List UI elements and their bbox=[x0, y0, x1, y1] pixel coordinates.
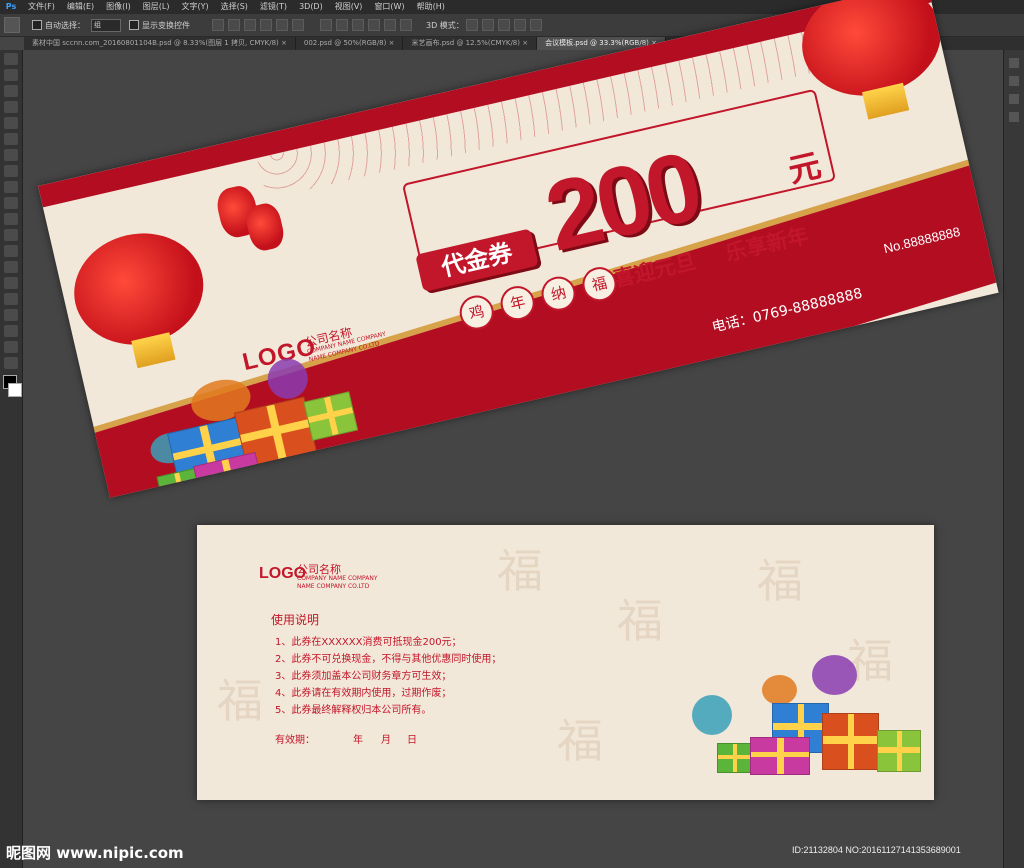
show-transform-checkbox[interactable] bbox=[129, 20, 139, 30]
3d-mode-label: 3D 模式： bbox=[426, 20, 464, 30]
photoshop-logo-icon[interactable]: Ps bbox=[0, 0, 22, 14]
tools-panel bbox=[0, 50, 23, 868]
month-label: 月 bbox=[381, 735, 391, 746]
3d-rotate-icon[interactable] bbox=[465, 19, 478, 31]
clone-stamp-icon[interactable] bbox=[4, 181, 18, 193]
lasso-icon[interactable] bbox=[4, 85, 18, 97]
rule-item: 1、此券在XXXXXX消费可抵现金200元； bbox=[275, 637, 462, 648]
healing-brush-icon[interactable] bbox=[4, 149, 18, 161]
align-bottom-icon[interactable] bbox=[244, 19, 256, 31]
menu-view[interactable]: 视图(V) bbox=[329, 0, 369, 14]
path-select-icon[interactable] bbox=[4, 309, 18, 321]
menu-type[interactable]: 文字(Y) bbox=[175, 0, 214, 14]
hand-icon[interactable] bbox=[4, 341, 18, 353]
pen-icon[interactable] bbox=[4, 277, 18, 289]
brush-icon[interactable] bbox=[4, 165, 18, 177]
distribute-center-icon[interactable] bbox=[384, 19, 396, 31]
menu-image[interactable]: 图像(I) bbox=[100, 0, 137, 14]
year-label: 年 bbox=[353, 735, 363, 746]
valid-period-label: 有效期： bbox=[275, 735, 315, 746]
crop-icon[interactable] bbox=[4, 117, 18, 129]
background-fu-pattern: 福 bbox=[557, 714, 603, 768]
blur-icon[interactable] bbox=[4, 245, 18, 257]
rule-item: 4、此券请在有效期内使用，过期作废； bbox=[275, 688, 452, 699]
zoom-icon[interactable] bbox=[4, 357, 18, 369]
right-panel-strip bbox=[1003, 50, 1024, 868]
align-right-icon[interactable] bbox=[292, 19, 304, 31]
menu-3d[interactable]: 3D(D) bbox=[293, 0, 329, 14]
auto-select-dropdown[interactable]: 组 bbox=[91, 18, 121, 32]
eraser-icon[interactable] bbox=[4, 213, 18, 225]
background-fu-pattern: 福 bbox=[497, 544, 543, 598]
distribute-middle-icon[interactable] bbox=[336, 19, 348, 31]
tab-doc-1[interactable]: 素材中国 sccnn.com_20160801104B.psd @ 8.33%(… bbox=[24, 37, 296, 50]
menu-file[interactable]: 文件(F) bbox=[22, 0, 61, 14]
align-middle-icon[interactable] bbox=[228, 19, 240, 31]
show-transform-label: 显示变换控件 bbox=[142, 20, 190, 30]
lantern-small-icon bbox=[243, 200, 287, 254]
day-label: 日 bbox=[407, 735, 417, 746]
tab-doc-2[interactable]: 002.psd @ 50%(RGB/8) × bbox=[296, 37, 404, 50]
menu-filter[interactable]: 滤镜(T) bbox=[254, 0, 293, 14]
type-icon[interactable] bbox=[4, 293, 18, 305]
image-id-watermark: ID:21132804 NO:20161127141353689001 bbox=[792, 845, 961, 855]
tab-doc-3[interactable]: 米艺画布.psd @ 12.5%(CMYK/8) × bbox=[403, 37, 538, 50]
background-fu-pattern: 福 bbox=[757, 554, 803, 608]
background-fu-pattern: 福 bbox=[617, 594, 663, 648]
menu-edit[interactable]: 编辑(E) bbox=[61, 0, 100, 14]
move-tool-icon[interactable] bbox=[4, 17, 20, 33]
3d-scale-icon[interactable] bbox=[529, 19, 542, 31]
rule-item: 5、此券最终解释权归本公司所有。 bbox=[275, 705, 432, 716]
lantern-left-icon bbox=[63, 220, 215, 369]
3d-roll-icon[interactable] bbox=[481, 19, 494, 31]
gift-boxes-icon bbox=[692, 655, 932, 795]
align-top-icon[interactable] bbox=[212, 19, 224, 31]
rule-item: 3、此券须加盖本公司财务章方可生效； bbox=[275, 671, 452, 682]
menu-window[interactable]: 窗口(W) bbox=[368, 0, 410, 14]
company-en-line-1: COMPANY NAME COMPANY bbox=[297, 575, 378, 582]
menu-select[interactable]: 选择(S) bbox=[215, 0, 254, 14]
history-panel-icon[interactable] bbox=[1009, 58, 1019, 68]
history-brush-icon[interactable] bbox=[4, 197, 18, 209]
company-en-line-2: NAME COMPANY CO.LTD bbox=[297, 583, 370, 590]
distribute-right-icon[interactable] bbox=[400, 19, 412, 31]
gradient-icon[interactable] bbox=[4, 229, 18, 241]
menu-layer[interactable]: 图层(L) bbox=[137, 0, 176, 14]
3d-slide-icon[interactable] bbox=[513, 19, 526, 31]
move-icon[interactable] bbox=[4, 53, 18, 65]
voucher-back[interactable]: 福 福 福 福 福 福 LOGO 公司名称 COMPANY NAME COMPA… bbox=[197, 525, 934, 800]
properties-panel-icon[interactable] bbox=[1009, 76, 1019, 86]
menu-help[interactable]: 帮助(H) bbox=[411, 0, 451, 14]
layers-panel-icon[interactable] bbox=[1009, 112, 1019, 122]
instructions-title: 使用说明 bbox=[271, 613, 320, 627]
rule-item: 2、此券不可兑换现金，不得与其他优惠同时使用； bbox=[275, 654, 502, 665]
auto-select-checkbox[interactable] bbox=[32, 20, 42, 30]
shape-icon[interactable] bbox=[4, 325, 18, 337]
background-fu-pattern: 福 bbox=[217, 674, 263, 728]
3d-pan-icon[interactable] bbox=[497, 19, 510, 31]
nipic-watermark: 昵图网 www.nipic.com bbox=[6, 844, 184, 862]
background-color-swatch[interactable] bbox=[8, 383, 22, 397]
voucher-front[interactable]: LOGO 公司名称 COMPANY NAME COMPANY NAME COMP… bbox=[38, 0, 999, 498]
distribute-top-icon[interactable] bbox=[320, 19, 332, 31]
align-center-icon[interactable] bbox=[276, 19, 288, 31]
quick-select-icon[interactable] bbox=[4, 101, 18, 113]
distribute-left-icon[interactable] bbox=[368, 19, 380, 31]
dodge-icon[interactable] bbox=[4, 261, 18, 273]
swatches-panel-icon[interactable] bbox=[1009, 94, 1019, 104]
align-left-icon[interactable] bbox=[260, 19, 272, 31]
auto-select-label: 自动选择： bbox=[45, 20, 85, 30]
distribute-bottom-icon[interactable] bbox=[352, 19, 364, 31]
marquee-icon[interactable] bbox=[4, 69, 18, 81]
gift-boxes-icon bbox=[129, 334, 448, 498]
eyedropper-icon[interactable] bbox=[4, 133, 18, 145]
